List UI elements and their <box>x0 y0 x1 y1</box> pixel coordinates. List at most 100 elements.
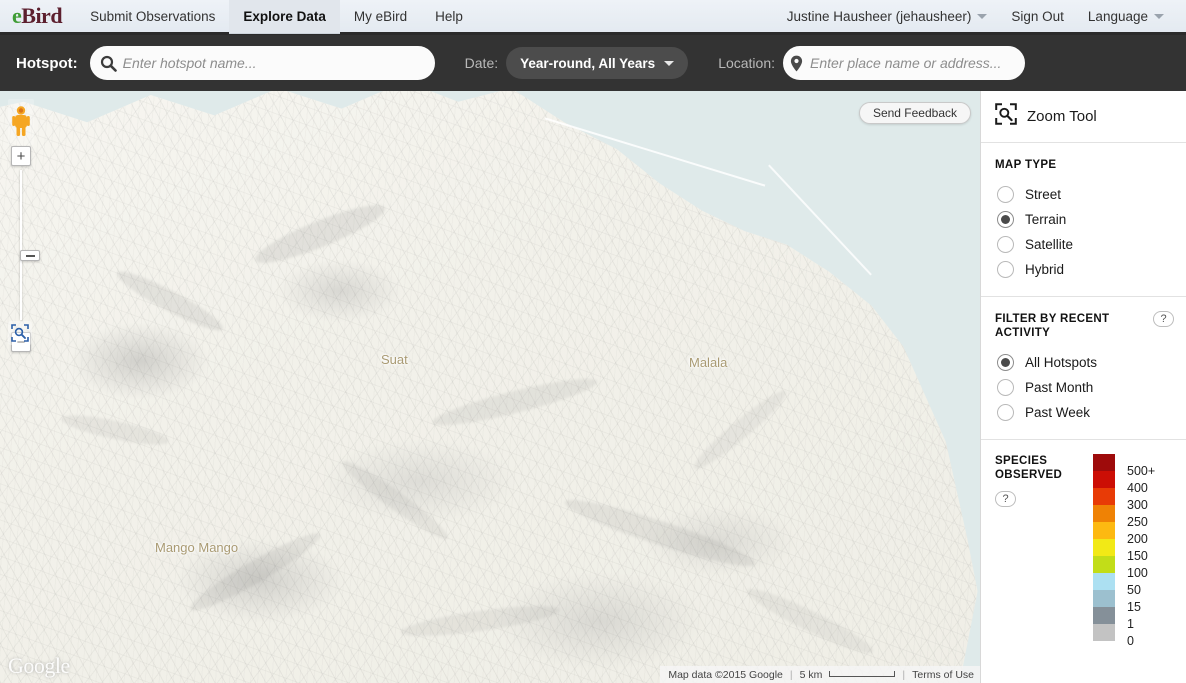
species-legend-header: Species Observed ? <box>995 454 1081 650</box>
species-legend-swatch <box>1093 607 1115 624</box>
date-filter-dropdown[interactable]: Year-round, All Years <box>506 47 689 79</box>
zoom-control-stack: + − <box>11 146 40 352</box>
chevron-down-icon <box>1154 14 1164 20</box>
nav-item-submit-observations[interactable]: Submit Observations <box>76 0 229 34</box>
species-legend-swatch <box>1093 590 1115 607</box>
recent-activity-label: All Hotspots <box>1025 355 1098 370</box>
species-observed-legend: Species Observed ? 500+ 400 300 250 200 150 10… <box>981 440 1186 650</box>
map-type-option-terrain[interactable]: Terrain <box>995 207 1172 232</box>
terms-of-use-link[interactable]: Terms of Use <box>912 669 974 681</box>
search-icon <box>91 55 121 72</box>
zoom-slider-track[interactable] <box>20 170 40 320</box>
location-search-box[interactable] <box>783 46 1026 80</box>
account-name: Justine Hausheer (jehausheer) <box>786 8 972 24</box>
map-canvas[interactable]: Suat Malala Mango Mango + − Send Feedbac… <box>0 91 980 683</box>
location-search-input[interactable] <box>808 47 1025 79</box>
zoom-tool-label: Zoom Tool <box>1027 108 1097 125</box>
hotspot-filter-bar: Hotspot: Date: Year-round, All Years Loc… <box>0 35 1186 91</box>
map-type-title: Map Type <box>995 159 1057 171</box>
ebird-logo[interactable]: eBird <box>0 5 76 27</box>
species-legend-value: 150 <box>1127 549 1148 563</box>
radio-button[interactable] <box>997 404 1014 421</box>
radio-button-selected[interactable] <box>997 211 1014 228</box>
recent-activity-section: ? Filter by Recent Activity All Hotspots… <box>981 297 1186 440</box>
species-legend-value: 500+ <box>1127 464 1156 478</box>
species-legend-value: 0 <box>1127 634 1134 648</box>
recent-activity-option-past-month[interactable]: Past Month <box>995 375 1172 400</box>
date-filter-value: Year-round, All Years <box>520 55 656 71</box>
zoom-tool-map-button[interactable] <box>8 321 32 345</box>
attribution-divider: | <box>902 668 906 681</box>
zoom-in-button[interactable]: + <box>11 146 31 166</box>
scale-bar <box>829 670 896 677</box>
species-legend-value: 300 <box>1127 498 1148 512</box>
species-legend-swatch <box>1093 624 1115 641</box>
species-legend-swatch <box>1093 573 1115 590</box>
recent-activity-help-button[interactable]: ? <box>1153 311 1174 327</box>
date-label: Date: <box>464 55 499 71</box>
zoom-tool-panel-button[interactable]: Zoom Tool <box>981 91 1186 143</box>
species-legend-title: Species Observed <box>995 455 1063 481</box>
species-legend-swatch <box>1093 539 1115 556</box>
recent-activity-label: Past Month <box>1025 380 1094 395</box>
map-type-option-satellite[interactable]: Satellite <box>995 232 1172 257</box>
map-type-option-hybrid[interactable]: Hybrid <box>995 257 1172 282</box>
recent-activity-option-past-week[interactable]: Past Week <box>995 400 1172 425</box>
radio-button[interactable] <box>997 261 1014 278</box>
species-legend-value: 400 <box>1127 481 1148 495</box>
species-legend-swatch <box>1093 556 1115 573</box>
map-data-attribution: Map data ©2015 Google <box>668 668 783 681</box>
nav-item-explore-data[interactable]: Explore Data <box>229 0 340 34</box>
language-menu[interactable]: Language <box>1076 0 1176 34</box>
zoom-slider-thumb[interactable] <box>20 250 40 261</box>
map-pin-icon <box>784 55 808 72</box>
species-legend-color-bar <box>1093 454 1115 650</box>
radio-button[interactable] <box>997 236 1014 253</box>
species-legend-swatch <box>1093 505 1115 522</box>
recent-activity-label: Past Week <box>1025 405 1091 420</box>
species-legend-swatch <box>1093 471 1115 488</box>
hotspot-search-input[interactable] <box>120 47 434 79</box>
scale-label: 5 km <box>799 668 823 681</box>
map-attribution-bar: Map data ©2015 Google | 5 km | Terms of … <box>660 666 980 683</box>
logo-e: e <box>12 3 22 28</box>
species-legend-swatch <box>1093 522 1115 539</box>
nav-right-group: Justine Hausheer (jehausheer) Sign Out L… <box>775 0 1186 34</box>
radio-button[interactable] <box>997 379 1014 396</box>
species-legend-value: 15 <box>1127 600 1141 614</box>
radio-button[interactable] <box>997 186 1014 203</box>
send-feedback-button[interactable]: Send Feedback <box>858 102 971 124</box>
map-type-label: Street <box>1025 187 1062 202</box>
map-type-label: Terrain <box>1025 212 1067 227</box>
chevron-down-icon <box>977 14 988 20</box>
zoom-tool-icon <box>995 103 1017 130</box>
species-legend-value: 50 <box>1127 583 1141 597</box>
attribution-divider: | <box>789 668 793 681</box>
top-navigation-bar: eBird Submit Observations Explore Data M… <box>0 0 1186 35</box>
logo-bird: Bird <box>21 3 63 28</box>
species-legend-swatch <box>1093 488 1115 505</box>
radio-button-selected[interactable] <box>997 354 1014 371</box>
nav-item-my-ebird[interactable]: My eBird <box>340 0 421 34</box>
map-type-label: Satellite <box>1025 237 1074 252</box>
street-view-pegman[interactable] <box>8 99 34 145</box>
recent-activity-title: Filter by Recent Activity <box>995 313 1110 339</box>
map-type-label: Hybrid <box>1025 262 1065 277</box>
chevron-down-icon <box>664 60 675 66</box>
species-legend-value: 100 <box>1127 566 1148 580</box>
recent-activity-option-all-hotspots[interactable]: All Hotspots <box>995 350 1172 375</box>
map-type-section: Map Type Street Terrain Satellite Hybrid <box>981 143 1186 297</box>
sign-out-link[interactable]: Sign Out <box>999 0 1076 34</box>
species-legend-swatch <box>1093 454 1115 471</box>
language-label: Language <box>1087 8 1148 24</box>
nav-item-help[interactable]: Help <box>421 0 477 34</box>
species-legend-value: 250 <box>1127 515 1148 529</box>
location-label: Location: <box>718 55 776 71</box>
map-type-option-street[interactable]: Street <box>995 182 1172 207</box>
hotspot-search-box[interactable] <box>89 46 435 80</box>
account-menu[interactable]: Justine Hausheer (jehausheer) <box>775 0 1000 34</box>
species-legend-value: 1 <box>1127 617 1134 631</box>
hotspot-label: Hotspot: <box>16 54 78 72</box>
species-legend-labels: 500+ 400 300 250 200 150 100 50 15 1 0 <box>1127 454 1155 650</box>
species-legend-help-button[interactable]: ? <box>995 491 1016 507</box>
